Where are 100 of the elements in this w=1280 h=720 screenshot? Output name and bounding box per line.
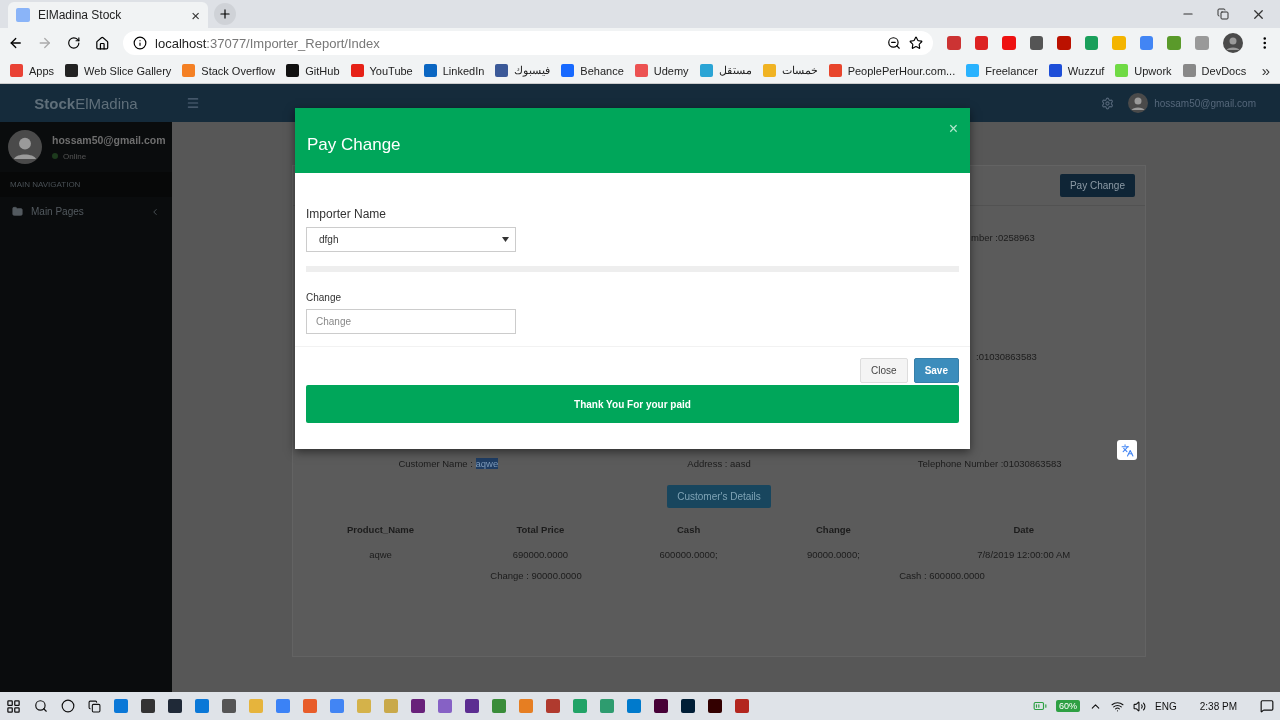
column-header: Change [814, 523, 852, 537]
bookmark-link[interactable]: مستقل [699, 64, 752, 77]
sidebar-toggle-icon[interactable] [186, 96, 200, 110]
start-icon[interactable] [6, 698, 21, 714]
app-icon[interactable] [249, 699, 263, 713]
bookmark-link[interactable]: DevDocs [1182, 64, 1247, 77]
user-avatar-icon [8, 130, 42, 164]
volume-icon[interactable] [1133, 699, 1147, 713]
new-tab-button[interactable] [214, 3, 236, 25]
wifi-icon[interactable] [1111, 699, 1125, 713]
app-icon[interactable] [681, 699, 695, 713]
assistant-icon[interactable] [61, 699, 75, 713]
dialog-button[interactable]: Save [913, 358, 959, 383]
extension-icon[interactable] [1139, 36, 1154, 50]
bookmark-link[interactable]: Apps [10, 64, 55, 77]
more-bookmarks-button[interactable]: » [1261, 62, 1270, 79]
bookmark-link[interactable]: Upwork [1115, 64, 1172, 77]
app-icon[interactable] [222, 699, 236, 713]
home-icon[interactable] [94, 35, 110, 51]
app-icon[interactable] [600, 699, 614, 713]
task-view-icon[interactable] [88, 699, 101, 713]
field-label: Change [306, 292, 342, 303]
url-host: localhost [155, 35, 207, 51]
forward-icon[interactable] [37, 35, 53, 51]
bookmark-link[interactable]: Udemy [634, 64, 689, 77]
tab-close-button[interactable]: × [191, 6, 200, 24]
customer-telephone: Telephone Number :01030863583 [916, 458, 1063, 469]
app-icon[interactable] [546, 699, 560, 713]
column-header: Date [1012, 523, 1035, 537]
app-icon[interactable] [114, 699, 128, 713]
back-icon[interactable] [8, 35, 24, 51]
app-icon[interactable] [384, 699, 398, 713]
app-icon[interactable] [357, 699, 371, 713]
extension-icon[interactable] [1084, 36, 1099, 50]
bookmark-link[interactable]: YouTube [350, 64, 413, 77]
importer-select[interactable]: dfgh [306, 227, 516, 252]
app-icon[interactable] [330, 699, 344, 713]
language-indicator[interactable]: ENG [1155, 700, 1177, 712]
address-bar[interactable]: localhost:37077/Importer_Report/Index [123, 31, 934, 55]
app-icon[interactable] [492, 699, 506, 713]
app-icon[interactable] [168, 699, 182, 713]
bookmark-link[interactable]: GitHub [286, 64, 340, 77]
clock[interactable]: 2:38 PM [1199, 700, 1237, 712]
app-icon[interactable] [708, 699, 722, 713]
app-icon[interactable] [627, 699, 641, 713]
app-icon[interactable] [654, 699, 668, 713]
field-label: Importer Name [306, 207, 387, 221]
partial-text: :01030863583 [976, 351, 1037, 362]
app-icon[interactable] [573, 699, 587, 713]
bookmark-link[interactable]: Web Slice Gallery [65, 64, 172, 77]
app-icon[interactable] [465, 699, 479, 713]
restore-icon[interactable] [1217, 8, 1229, 20]
url-path: :37077/Importer_Report/Index [206, 35, 381, 51]
user-status: Online [63, 151, 87, 161]
column-header: Product_Name [345, 523, 416, 537]
browser-tab[interactable]: ElMadina Stock × [8, 2, 208, 28]
app-icon[interactable] [411, 699, 425, 713]
bookmark-link[interactable]: Behance [561, 64, 624, 77]
bookmark-link[interactable]: فيسبوك [495, 64, 551, 77]
table-cell-text: 7/8/2019 12:00:00 AM [976, 548, 1072, 562]
app-icon[interactable] [141, 699, 155, 713]
profile-avatar-icon [1222, 33, 1243, 53]
change-input[interactable]: Change [306, 309, 516, 334]
bookmark-link[interactable]: LinkedIn [423, 64, 485, 77]
dialog-button[interactable]: Close [860, 358, 908, 383]
app-icon[interactable] [438, 699, 452, 713]
settings-icon[interactable] [1101, 96, 1115, 110]
dropdown-arrow-icon [502, 237, 509, 242]
extension-icon[interactable] [1029, 36, 1044, 50]
success-alert: Thank You For your paid [306, 385, 959, 423]
translate-icon[interactable] [1117, 440, 1137, 460]
user-email: hossam50@gmail.com [52, 133, 166, 146]
page-icon [16, 8, 30, 22]
pay-change-button[interactable]: Pay Change [1059, 174, 1135, 197]
bookmark-link[interactable]: خمسات [762, 64, 818, 77]
search-icon[interactable] [34, 699, 48, 713]
table-cell-text: 600000.0000; [658, 548, 719, 562]
bookmark-star-icon[interactable] [909, 36, 924, 50]
bookmark-link[interactable]: Wuzzuf [1048, 64, 1105, 77]
notifications-icon[interactable] [1260, 699, 1274, 713]
bookmark-link[interactable]: Stack Overflow [182, 64, 276, 77]
zoom-icon[interactable] [887, 36, 902, 50]
folder-icon [12, 206, 23, 217]
plus-icon [218, 7, 232, 21]
reload-icon[interactable] [66, 36, 81, 50]
app-icon[interactable] [735, 699, 749, 713]
app-icon[interactable] [276, 699, 290, 713]
column-header: Total Price [515, 523, 566, 537]
extension-icon[interactable] [974, 36, 989, 50]
battery-level: 60% [1056, 700, 1081, 712]
bookmark-link[interactable]: PeoplePerHour.com... [828, 64, 956, 77]
customer-details-button[interactable]: Customer's Details [667, 485, 771, 508]
app-icon[interactable] [303, 699, 317, 713]
app-icon[interactable] [195, 699, 209, 713]
customer-name: Customer Name : aqwe [397, 458, 500, 469]
app-icon[interactable] [519, 699, 533, 713]
bookmark-link[interactable]: Freelancer [966, 64, 1038, 77]
summary-text: Change : 90000.0000 [490, 570, 582, 581]
header-avatar-icon [1128, 93, 1149, 113]
status-dot-icon [52, 153, 58, 159]
